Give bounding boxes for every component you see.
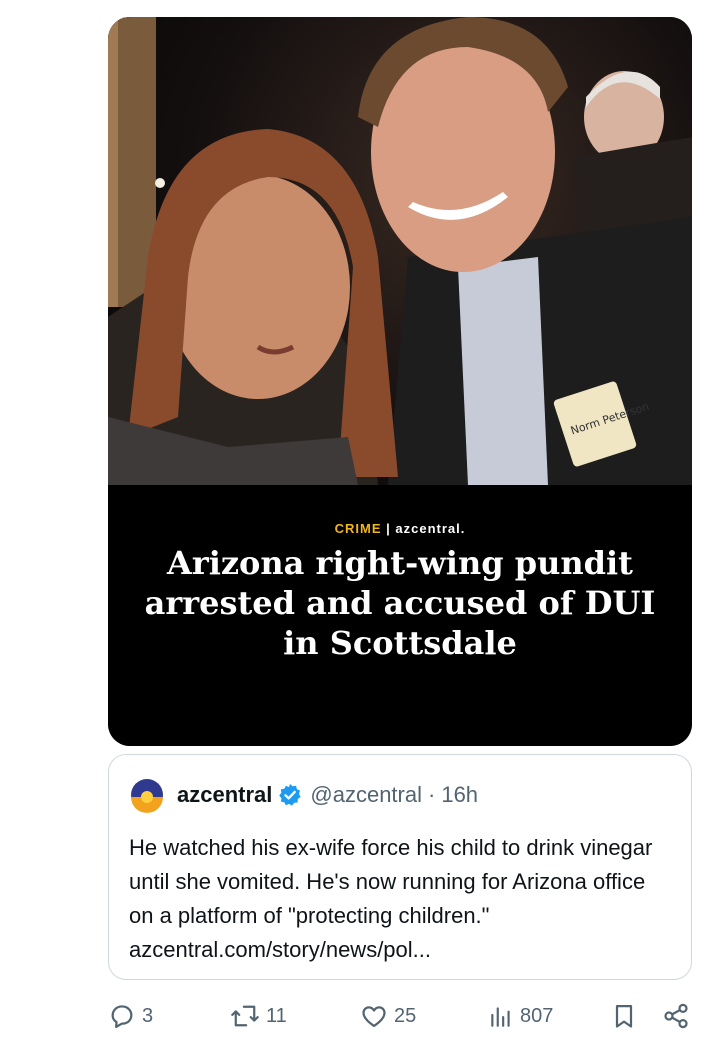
author-handle[interactable]: @azcentral (310, 782, 422, 808)
share-button[interactable] (662, 1002, 690, 1030)
article-caption: CRIME | azcentral. Arizona right-wing pu… (108, 485, 692, 746)
share-icon (662, 1002, 690, 1030)
heart-icon (360, 1002, 388, 1030)
article-photo: Norm Peterson (108, 17, 692, 485)
kicker-separator: | (386, 521, 391, 536)
quoted-tweet-text: He watched his ex-wife force his child t… (129, 835, 653, 962)
like-count: 25 (394, 1004, 417, 1027)
avatar[interactable] (129, 777, 165, 813)
source-label: azcentral. (395, 521, 466, 536)
timestamp[interactable]: 16h (441, 782, 478, 808)
separator-dot: · (428, 782, 436, 807)
repost-button[interactable]: 11 (230, 1002, 287, 1030)
quoted-tweet-header: azcentral @azcentral · 16h (129, 777, 478, 813)
repost-icon (230, 1002, 260, 1030)
reply-count: 3 (142, 1004, 154, 1027)
view-count: 807 (520, 1004, 554, 1027)
author-name[interactable]: azcentral (177, 782, 272, 808)
bar-chart-icon (488, 1002, 514, 1030)
bookmark-button[interactable] (610, 1002, 638, 1030)
verified-icon (278, 783, 302, 807)
like-button[interactable]: 25 (360, 1002, 416, 1030)
article-card[interactable]: Norm Peterson CRIME | azcentral. Arizona… (108, 17, 692, 746)
repost-count: 11 (266, 1004, 287, 1027)
quoted-tweet[interactable]: azcentral @azcentral · 16h He watched hi… (108, 754, 692, 980)
article-kicker: CRIME | azcentral. (108, 521, 692, 536)
views-button[interactable]: 807 (488, 1002, 553, 1030)
reply-button[interactable]: 3 (108, 1002, 153, 1030)
action-bar: 3 11 25 807 (108, 1000, 692, 1040)
reply-icon (108, 1002, 136, 1030)
article-headline: Arizona right-wing pundit arrested and a… (144, 544, 656, 662)
bookmark-icon (610, 1002, 638, 1030)
section-label: CRIME (334, 521, 382, 536)
